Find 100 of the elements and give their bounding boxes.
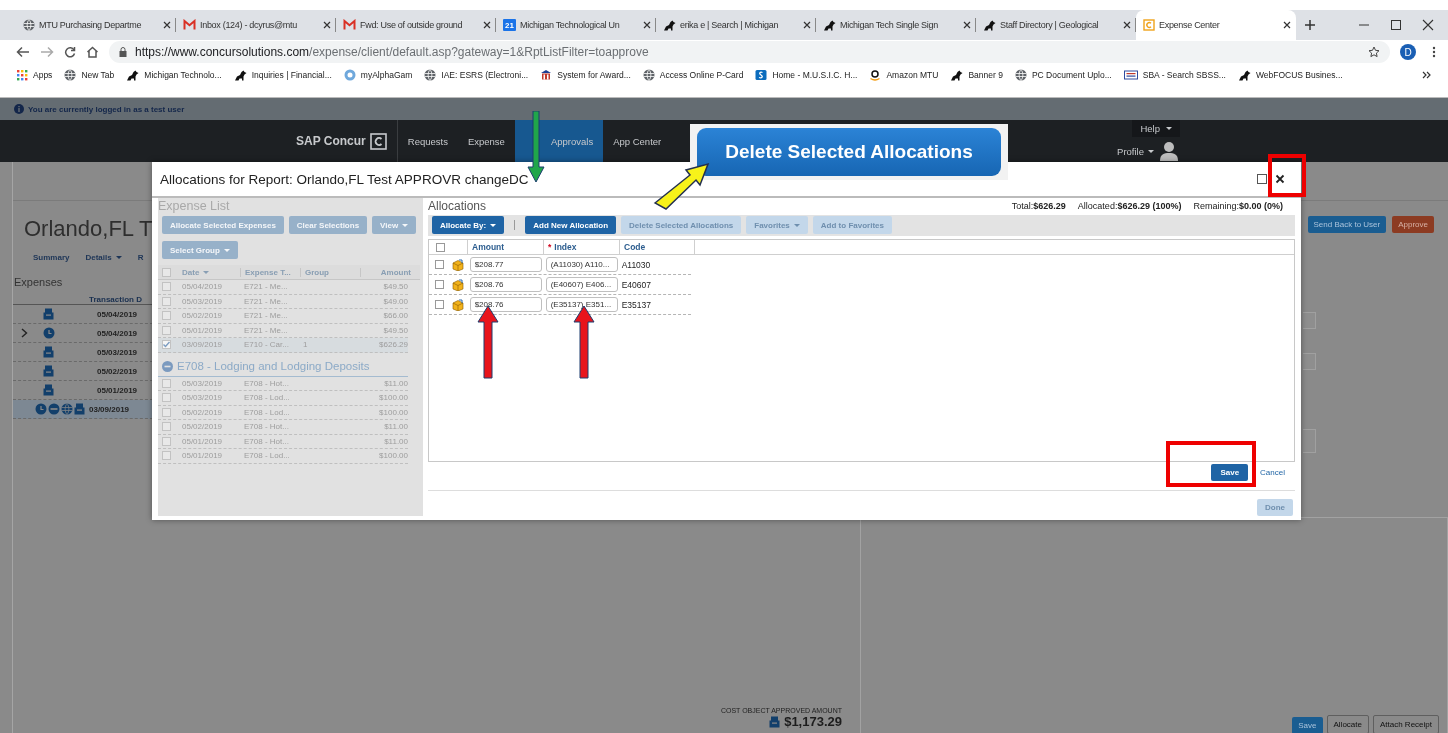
bookmark[interactable]: Access Online P-Card xyxy=(642,69,744,81)
amount-field[interactable]: $208.77 xyxy=(469,257,542,273)
globe-icon xyxy=(23,19,35,31)
bookmark[interactable]: myAlphaGam xyxy=(343,69,413,81)
forward-icon[interactable] xyxy=(40,46,54,58)
nav-item[interactable]: Expense xyxy=(457,120,515,162)
chevron-icon[interactable] xyxy=(20,328,28,338)
bookmark[interactable]: Home - M.U.S.I.C. H... xyxy=(755,69,858,81)
browser-tab[interactable]: 21 Michigan Technological Un xyxy=(496,10,656,40)
table-cell-text: 03/09/2019 xyxy=(181,340,224,350)
total-text: Remaining:$0.00 (0%) xyxy=(1193,200,1283,211)
down-arrow xyxy=(527,111,545,183)
profile-menu[interactable]: Profile xyxy=(1117,145,1154,157)
minus-icon xyxy=(48,403,60,415)
save-button[interactable]: Save xyxy=(1211,464,1249,481)
bookmark[interactable]: Banner 9 xyxy=(950,69,1003,81)
close-icon[interactable] xyxy=(163,21,171,29)
receipt-icon xyxy=(43,308,54,320)
approve-button[interactable]: Approve xyxy=(1392,215,1434,233)
dog-icon xyxy=(950,69,964,81)
table-cell-text: 05/03/2019 xyxy=(181,378,224,388)
dog-icon xyxy=(823,19,836,31)
home-icon[interactable] xyxy=(86,46,99,58)
checkbox[interactable] xyxy=(435,260,445,270)
back-icon[interactable] xyxy=(16,46,30,58)
browser-tab[interactable]: Staff Directory | Geological xyxy=(976,10,1136,40)
report-title: Orlando,FL T xyxy=(24,216,153,242)
close-icon[interactable] xyxy=(803,21,811,29)
close-icon[interactable] xyxy=(963,21,971,29)
help-menu[interactable]: Help xyxy=(1132,120,1180,137)
toolbar-button[interactable]: Allocate By: xyxy=(432,216,505,235)
cancel-link[interactable]: Cancel xyxy=(1260,468,1285,477)
checkbox[interactable] xyxy=(435,280,445,290)
logo-icon xyxy=(369,132,387,150)
toolbar-button[interactable]: Add New Allocation xyxy=(525,216,617,235)
bookmark[interactable]: Michigan Technolo... xyxy=(126,69,222,81)
star-icon[interactable] xyxy=(1368,46,1380,58)
report-tab[interactable]: Details xyxy=(85,253,122,262)
nav-item[interactable]: App Center xyxy=(603,120,672,162)
nav-item[interactable]: Requests xyxy=(397,120,458,162)
bookmark[interactable]: WebFOCUS Busines... xyxy=(1237,69,1343,81)
more-icon[interactable] xyxy=(1422,70,1432,80)
save-button[interactable]: Save xyxy=(1292,717,1323,733)
browser-tab[interactable]: MTU Purchasing Departme xyxy=(16,10,176,40)
input-field[interactable] xyxy=(1303,429,1316,453)
dog-icon xyxy=(126,69,140,81)
browser-tab[interactable]: Expense Center xyxy=(1136,10,1296,40)
action-button[interactable]: Attach Receipt xyxy=(1372,715,1439,733)
close-icon[interactable] xyxy=(323,21,331,29)
caret-icon xyxy=(203,270,210,274)
nav-item[interactable]: Approvals xyxy=(514,120,604,162)
close-icon[interactable] xyxy=(1123,21,1131,29)
bookmark[interactable]: SBA - Search SBSS... xyxy=(1123,69,1226,81)
close-icon[interactable] xyxy=(1275,174,1285,184)
bookmark[interactable]: IAE: ESRS (Electroni... xyxy=(424,69,529,81)
send-back-button[interactable]: Send Back to User xyxy=(1307,215,1387,233)
table-cell-text: 05/02/2019 xyxy=(181,407,224,417)
checkbox[interactable] xyxy=(435,300,445,310)
browser-tab[interactable]: Inbox (124) - dcyrus@mtu xyxy=(176,10,336,40)
close-icon[interactable] xyxy=(1422,19,1434,31)
column-header: Code xyxy=(619,240,695,255)
input-field[interactable] xyxy=(1303,312,1316,329)
action-button[interactable]: Allocate xyxy=(1326,715,1369,733)
bookmark[interactable]: Apps xyxy=(16,69,53,81)
close-icon[interactable] xyxy=(1283,21,1291,29)
caret-icon xyxy=(1166,127,1172,130)
checkbox[interactable] xyxy=(435,242,445,252)
bookmark[interactable]: PC Document Uplo... xyxy=(1014,69,1112,81)
index-field[interactable]: (A11030) A110... xyxy=(545,257,618,273)
address-field[interactable]: https://www.concursolutions.com/expense/client/default.asp?gateway=1&RptListFilter=toapprove xyxy=(109,41,1390,63)
input-field[interactable] xyxy=(1303,353,1316,370)
column-header: Transaction D xyxy=(89,295,142,304)
notice-text: You are currently logged in as a test user xyxy=(28,104,185,114)
maximize-icon[interactable] xyxy=(1390,19,1402,31)
box-icon xyxy=(451,278,464,291)
close-icon[interactable] xyxy=(643,21,651,29)
browser-tab[interactable]: Michigan Tech Single Sign xyxy=(816,10,976,40)
report-tab[interactable]: Summary xyxy=(33,253,70,262)
globe-icon xyxy=(61,403,73,415)
circle-icon xyxy=(343,69,356,81)
dog-icon xyxy=(233,69,247,81)
amount-field[interactable]: $208.76 xyxy=(469,277,542,293)
profile-avatar[interactable]: D xyxy=(1400,44,1416,60)
logo-text: SAP Concur xyxy=(296,134,366,148)
maximize-icon[interactable] xyxy=(1257,174,1267,184)
caret-icon xyxy=(793,224,800,227)
browser-tab[interactable]: erika e | Search | Michigan xyxy=(656,10,816,40)
bookmark[interactable]: Amazon MTU xyxy=(869,69,939,81)
apps-icon xyxy=(16,69,28,81)
expense-row[interactable]: 03/09/2019 xyxy=(13,400,153,419)
report-tab[interactable]: R xyxy=(137,253,144,262)
index-field[interactable]: (E40607) E406... xyxy=(545,277,618,293)
reload-icon[interactable] xyxy=(64,46,76,58)
bookmark[interactable]: New Tab xyxy=(64,69,115,81)
browser-tab[interactable]: Fwd: Use of outside ground xyxy=(336,10,496,40)
menu-icon[interactable] xyxy=(1432,46,1436,58)
close-icon[interactable] xyxy=(483,21,491,29)
bookmark[interactable]: System for Award... xyxy=(540,69,631,81)
bookmark[interactable]: Inquiries | Financial... xyxy=(233,69,332,81)
new-tab-icon[interactable] xyxy=(1304,19,1316,31)
